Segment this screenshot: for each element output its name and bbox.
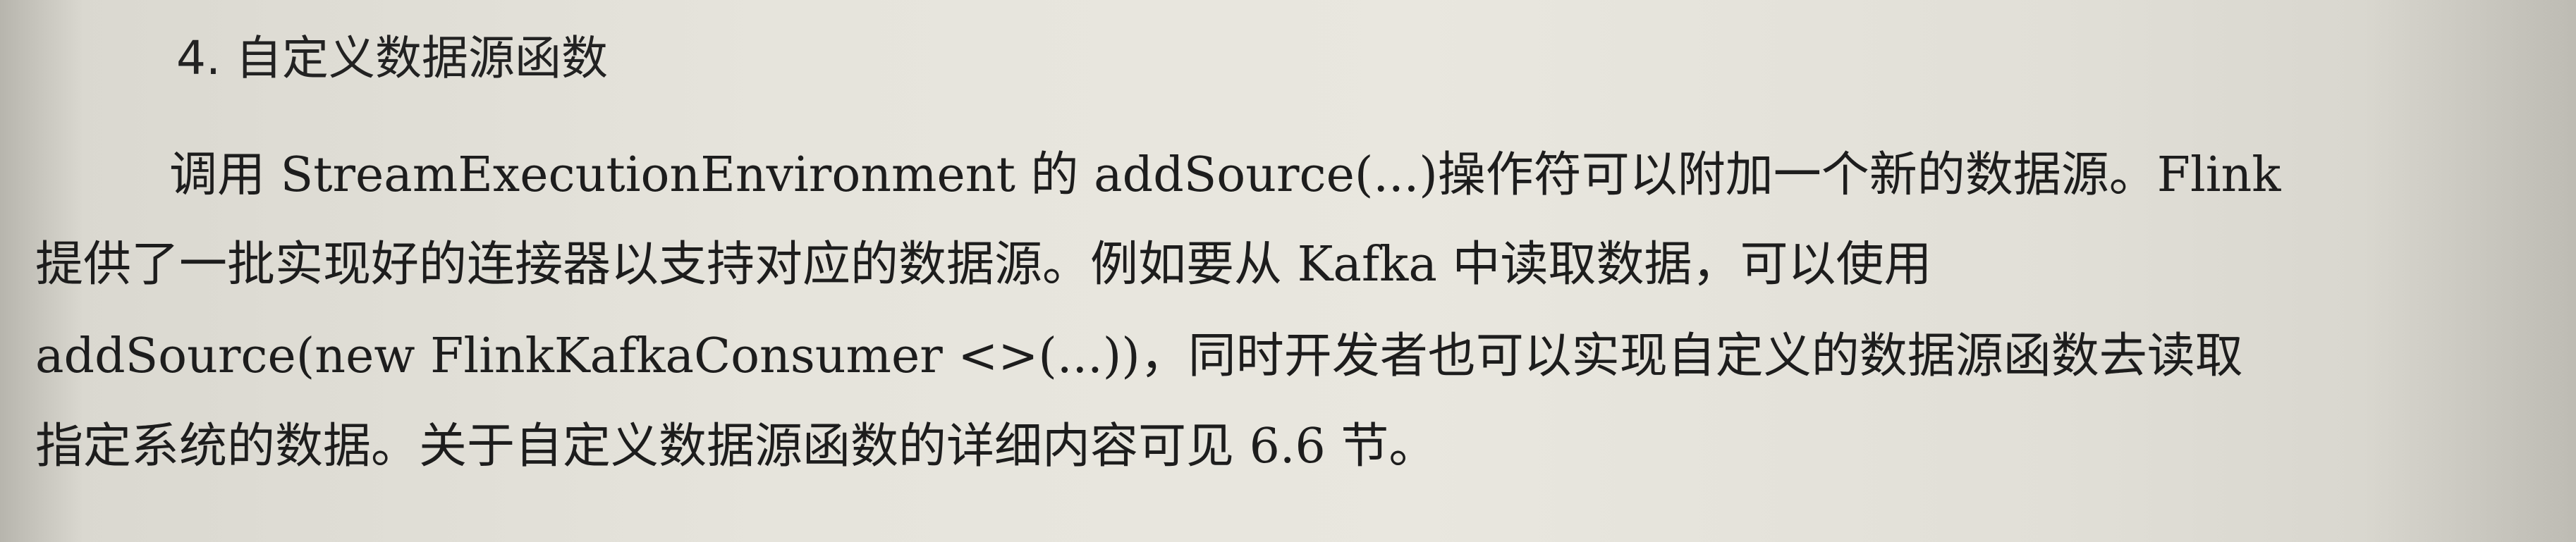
page-shadow-right: [2364, 0, 2576, 542]
paragraph-line-3: addSource(new FlinkKafkaConsumer <>(...)…: [35, 328, 2243, 384]
paragraph-line-4: 指定系统的数据。关于自定义数据源函数的详细内容可见 6.6 节。: [35, 419, 1437, 474]
book-page: 4. 自定义数据源函数 调用 StreamExecutionEnvironmen…: [0, 0, 2576, 542]
section-heading: 4. 自定义数据源函数: [176, 31, 608, 85]
paragraph-line-1: 调用 StreamExecutionEnvironment 的 addSourc…: [169, 147, 2281, 203]
paragraph-line-2: 提供了一批实现好的连接器以支持对应的数据源。例如要从 Kafka 中读取数据，可…: [35, 237, 1932, 292]
